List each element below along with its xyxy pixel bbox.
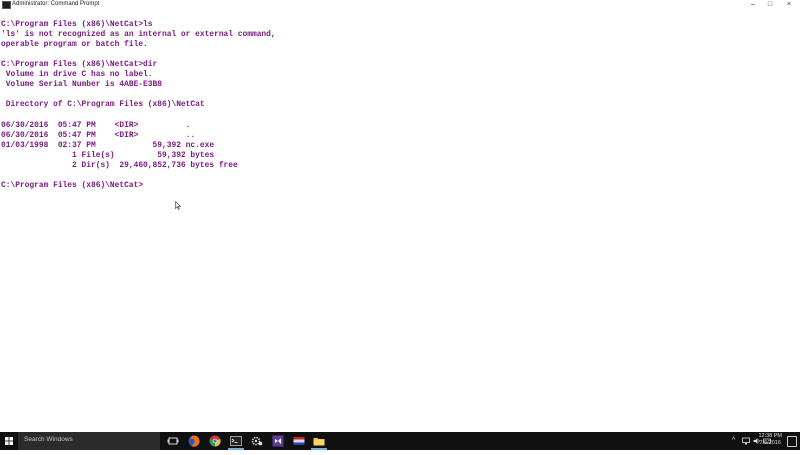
- firefox-icon[interactable]: [188, 435, 200, 447]
- console-line: 06/30/2016 05:47 PM <DIR> .: [1, 121, 191, 130]
- console-line: Directory of C:\Program Files (x86)\NetC…: [1, 100, 205, 109]
- close-button[interactable]: ×: [778, 0, 800, 9]
- visual-studio-icon[interactable]: [272, 435, 284, 447]
- chevron-up-icon[interactable]: ^: [732, 437, 735, 445]
- console-line: C:\Program Files (x86)\NetCat>dir: [1, 60, 158, 69]
- taskbar-search[interactable]: Search Windows: [18, 432, 160, 450]
- start-button[interactable]: [0, 432, 18, 450]
- windows-logo-icon: [5, 437, 13, 445]
- command-prompt-taskbar-icon[interactable]: [230, 435, 242, 447]
- console-line: 2 Dir(s) 29,460,852,736 bytes free: [1, 161, 238, 170]
- command-prompt-icon: [2, 1, 11, 9]
- task-view-icon[interactable]: [167, 435, 179, 447]
- console-output[interactable]: C:\Program Files (x86)\NetCat>ls 'ls' is…: [0, 10, 800, 432]
- clock-date: 7/6/2016: [759, 440, 781, 446]
- console-line: 01/03/1998 02:37 PM 59,392 nc.exe: [1, 141, 215, 150]
- file-explorer-icon[interactable]: [313, 435, 325, 447]
- network-icon[interactable]: [742, 437, 750, 445]
- taskbar-clock[interactable]: 12:38 PM 7/6/2016: [758, 433, 782, 447]
- mouse-pointer-icon: [175, 201, 181, 210]
- clock-time: 12:38 PM: [758, 433, 782, 439]
- console-line: C:\Program Files (x86)\NetCat>ls: [1, 20, 153, 29]
- console-line: Volume Serial Number is 4ABE-E3B8: [1, 80, 162, 89]
- action-center-icon[interactable]: [787, 436, 797, 447]
- console-line: 1 File(s) 59,392 bytes: [1, 151, 215, 160]
- settings-gear-icon[interactable]: [251, 435, 263, 447]
- console-prompt[interactable]: C:\Program Files (x86)\NetCat>: [1, 181, 143, 191]
- window-title: Administrator: Command Prompt: [12, 1, 100, 7]
- search-placeholder: Search Windows: [24, 436, 73, 443]
- console-line: operable program or batch file.: [1, 40, 148, 49]
- console-line: 'ls' is not recognized as an internal or…: [1, 30, 276, 39]
- taskbar: Search Windows ^ 12:38 PM 7/6/2016: [0, 432, 800, 450]
- remote-app-icon[interactable]: [293, 435, 305, 447]
- console-line: Volume in drive C has no label.: [1, 70, 153, 79]
- console-line: 06/30/2016 05:47 PM <DIR> ..: [1, 131, 196, 140]
- chrome-icon[interactable]: [209, 435, 221, 447]
